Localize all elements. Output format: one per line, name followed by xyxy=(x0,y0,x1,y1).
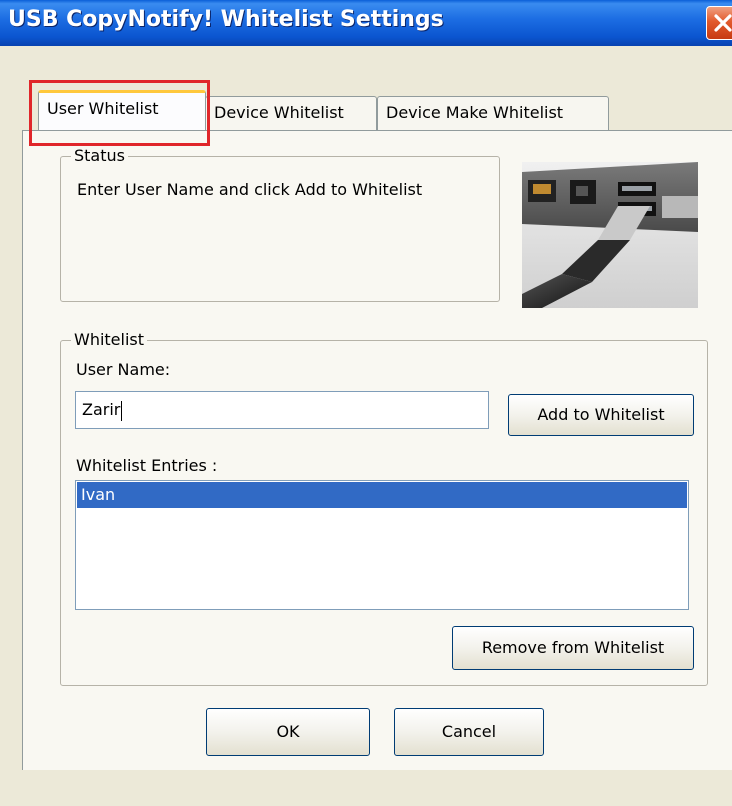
close-button[interactable] xyxy=(706,6,732,40)
close-icon xyxy=(714,14,732,32)
user-name-input[interactable]: Zarir xyxy=(75,391,489,429)
whitelist-entries-list[interactable]: Ivan xyxy=(75,480,689,610)
status-legend: Status xyxy=(71,147,128,165)
tab-device-make-whitelist[interactable]: Device Make Whitelist xyxy=(377,96,609,130)
cancel-button[interactable]: Cancel xyxy=(394,708,544,756)
whitelist-legend: Whitelist xyxy=(71,331,148,349)
tab-label: Device Make Whitelist xyxy=(386,103,564,122)
tab-label: Device Whitelist xyxy=(214,103,344,122)
usb-ports-image xyxy=(522,162,698,308)
tab-user-whitelist[interactable]: User Whitelist xyxy=(38,90,206,130)
tab-device-whitelist[interactable]: Device Whitelist xyxy=(205,96,377,130)
title-bar[interactable]: USB CopyNotify! Whitelist Settings xyxy=(0,0,732,46)
list-item[interactable]: Ivan xyxy=(77,482,687,508)
ok-button[interactable]: OK xyxy=(206,708,370,756)
remove-from-whitelist-button[interactable]: Remove from Whitelist xyxy=(452,626,694,670)
window-title: USB CopyNotify! Whitelist Settings xyxy=(8,7,444,32)
user-name-label: User Name: xyxy=(76,360,171,379)
text-caret xyxy=(121,400,123,421)
whitelist-settings-dialog: USB CopyNotify! Whitelist Settings User … xyxy=(0,0,732,806)
tab-label: User Whitelist xyxy=(47,99,159,118)
add-to-whitelist-button[interactable]: Add to Whitelist xyxy=(508,394,694,436)
status-group: Status Enter User Name and click Add to … xyxy=(60,147,500,302)
whitelist-entries-label: Whitelist Entries : xyxy=(76,456,218,475)
user-name-value: Zarir xyxy=(82,400,121,419)
status-message: Enter User Name and click Add to Whiteli… xyxy=(77,180,423,199)
